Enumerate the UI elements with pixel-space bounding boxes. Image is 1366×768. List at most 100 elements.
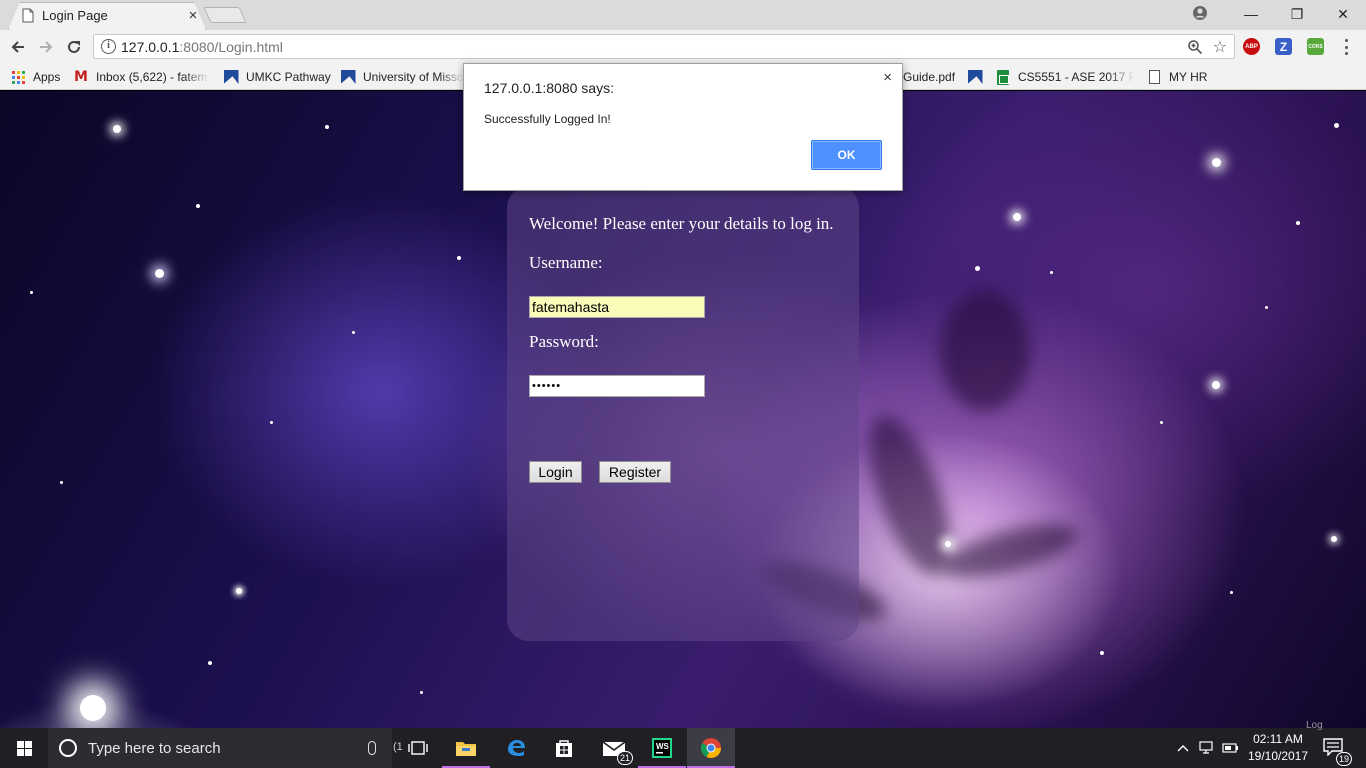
star	[196, 204, 200, 208]
register-button[interactable]: Register	[599, 461, 671, 483]
bookmark-apps[interactable]: Apps	[10, 68, 60, 86]
star	[1100, 651, 1104, 655]
document-icon	[1146, 69, 1162, 85]
taskbar-webstorm[interactable]: WS	[638, 728, 686, 768]
url-path: :8080/Login.html	[179, 39, 283, 55]
search-placeholder: Type here to search	[88, 739, 221, 757]
umkc-icon	[223, 69, 239, 85]
bookmark-label: UMKC Pathway	[246, 70, 331, 84]
back-arrow-icon	[11, 41, 24, 53]
taskbar-store[interactable]	[540, 728, 588, 768]
site-info-icon[interactable]: i	[101, 39, 116, 54]
nebula-dust-lane	[937, 513, 1083, 589]
star	[1050, 271, 1053, 274]
star	[80, 695, 106, 721]
taskbar-file-explorer[interactable]	[442, 728, 490, 768]
start-button[interactable]	[0, 728, 48, 768]
star	[113, 125, 121, 133]
bookmark-star-icon[interactable]: ☆	[1213, 37, 1227, 57]
reload-button[interactable]	[64, 37, 84, 57]
sheets-icon	[995, 69, 1011, 85]
star	[1160, 421, 1163, 424]
umkc-icon	[340, 69, 356, 85]
star	[457, 256, 461, 260]
tab-close-icon[interactable]: ×	[186, 7, 200, 24]
cors-extension-icon[interactable]: CORS	[1307, 38, 1324, 55]
username-label: Username:	[529, 253, 603, 272]
new-tab-button[interactable]	[203, 7, 247, 23]
adblock-plus-icon[interactable]: ABP	[1243, 38, 1260, 55]
star	[1212, 158, 1221, 167]
star	[945, 541, 951, 547]
tray-overflow-chevron-icon[interactable]	[1175, 740, 1191, 756]
alert-message: Successfully Logged In!	[484, 112, 611, 126]
alert-title: 127.0.0.1:8080 says:	[484, 80, 614, 96]
chrome-icon	[700, 738, 721, 758]
battery-icon[interactable]	[1222, 740, 1238, 756]
notification-count-badge: 19	[1336, 752, 1352, 766]
forward-button[interactable]	[36, 37, 56, 57]
network-icon[interactable]	[1199, 740, 1215, 756]
webstorm-icon: WS	[652, 738, 672, 758]
star	[1265, 306, 1268, 309]
alert-close-icon[interactable]: ×	[883, 69, 892, 86]
bookmark-guide-pdf[interactable]: Guide.pdf	[903, 68, 955, 86]
maximize-button[interactable]: ❐	[1274, 0, 1320, 28]
star	[975, 266, 980, 271]
star	[1331, 536, 1337, 542]
store-icon	[556, 740, 572, 757]
nebula-dust-lane	[940, 291, 1030, 411]
username-input[interactable]: fatemahasta	[529, 296, 705, 318]
cortana-icon	[59, 739, 77, 757]
bookmark-label: CS5551 - ASE 2017 F	[1018, 70, 1135, 84]
browser-toolbar: i 127.0.0.1:8080/Login.html ☆ ABP Z CORS	[0, 30, 1366, 63]
taskbar-mail[interactable]: 21	[590, 728, 638, 768]
password-label: Password:	[529, 332, 599, 351]
zotero-icon[interactable]: Z	[1275, 38, 1292, 55]
star	[1013, 213, 1021, 221]
mail-unread-badge: 21	[617, 751, 633, 765]
bookmark-label: Inbox (5,622) - fatem	[96, 70, 208, 84]
task-view-button[interactable]	[394, 728, 442, 768]
action-center-button[interactable]: 19	[1320, 736, 1352, 766]
tab-content[interactable]: Login Page ×	[22, 6, 200, 24]
bookmark-my-hr[interactable]: MY HR	[1146, 68, 1207, 86]
gmail-icon: M	[74, 69, 88, 85]
taskbar-edge[interactable]	[492, 728, 540, 768]
bookmark-gmail-inbox[interactable]: M Inbox (5,622) - fatem	[73, 68, 210, 86]
star	[325, 125, 329, 129]
svg-text:WS: WS	[656, 742, 670, 751]
browser-tab-strip: Login Page × — ❐ ✕	[0, 0, 1366, 30]
taskbar-chrome[interactable]	[687, 728, 735, 768]
login-button[interactable]: Login	[529, 461, 582, 483]
welcome-text: Welcome! Please enter your details to lo…	[529, 214, 834, 233]
star	[420, 691, 423, 694]
bookmark-umkc-pathway[interactable]: UMKC Pathway	[223, 68, 331, 86]
bookmark-umkc-icon-only[interactable]	[967, 68, 990, 86]
bookmark-label: MY HR	[1169, 70, 1208, 84]
url-host: 127.0.0.1	[121, 39, 180, 55]
clock-time: 02:11 AM	[1253, 732, 1303, 746]
taskbar-search-box[interactable]: Type here to search	[48, 728, 392, 768]
star	[1334, 123, 1339, 128]
microphone-icon[interactable]	[368, 741, 376, 755]
profile-icon[interactable]	[1192, 5, 1208, 21]
url-text[interactable]: 127.0.0.1:8080/Login.html	[121, 39, 283, 55]
star	[208, 661, 212, 665]
alert-ok-button[interactable]: OK	[811, 140, 882, 170]
windows-taskbar: Type here to search (1 21 WS Log 02:11 A…	[0, 720, 1366, 768]
bookmark-cs5551-sheet[interactable]: CS5551 - ASE 2017 F	[995, 68, 1135, 86]
password-input[interactable]: ••••••	[529, 375, 705, 397]
back-button[interactable]	[8, 37, 28, 57]
taskbar-clock[interactable]: 02:11 AM 19/10/2017	[1244, 731, 1312, 765]
browser-menu-icon[interactable]	[1343, 39, 1349, 55]
star	[1296, 221, 1300, 225]
close-window-button[interactable]: ✕	[1320, 0, 1366, 28]
zoom-icon[interactable]	[1187, 39, 1203, 55]
task-view-icon	[408, 741, 428, 755]
page-icon	[22, 8, 34, 22]
minimize-button[interactable]: —	[1228, 0, 1274, 28]
bookmark-university-of-missouri[interactable]: University of Misso	[340, 68, 464, 86]
login-form-panel: Welcome! Please enter your details to lo…	[507, 186, 859, 641]
address-bar[interactable]: i 127.0.0.1:8080/Login.html ☆	[93, 34, 1235, 59]
